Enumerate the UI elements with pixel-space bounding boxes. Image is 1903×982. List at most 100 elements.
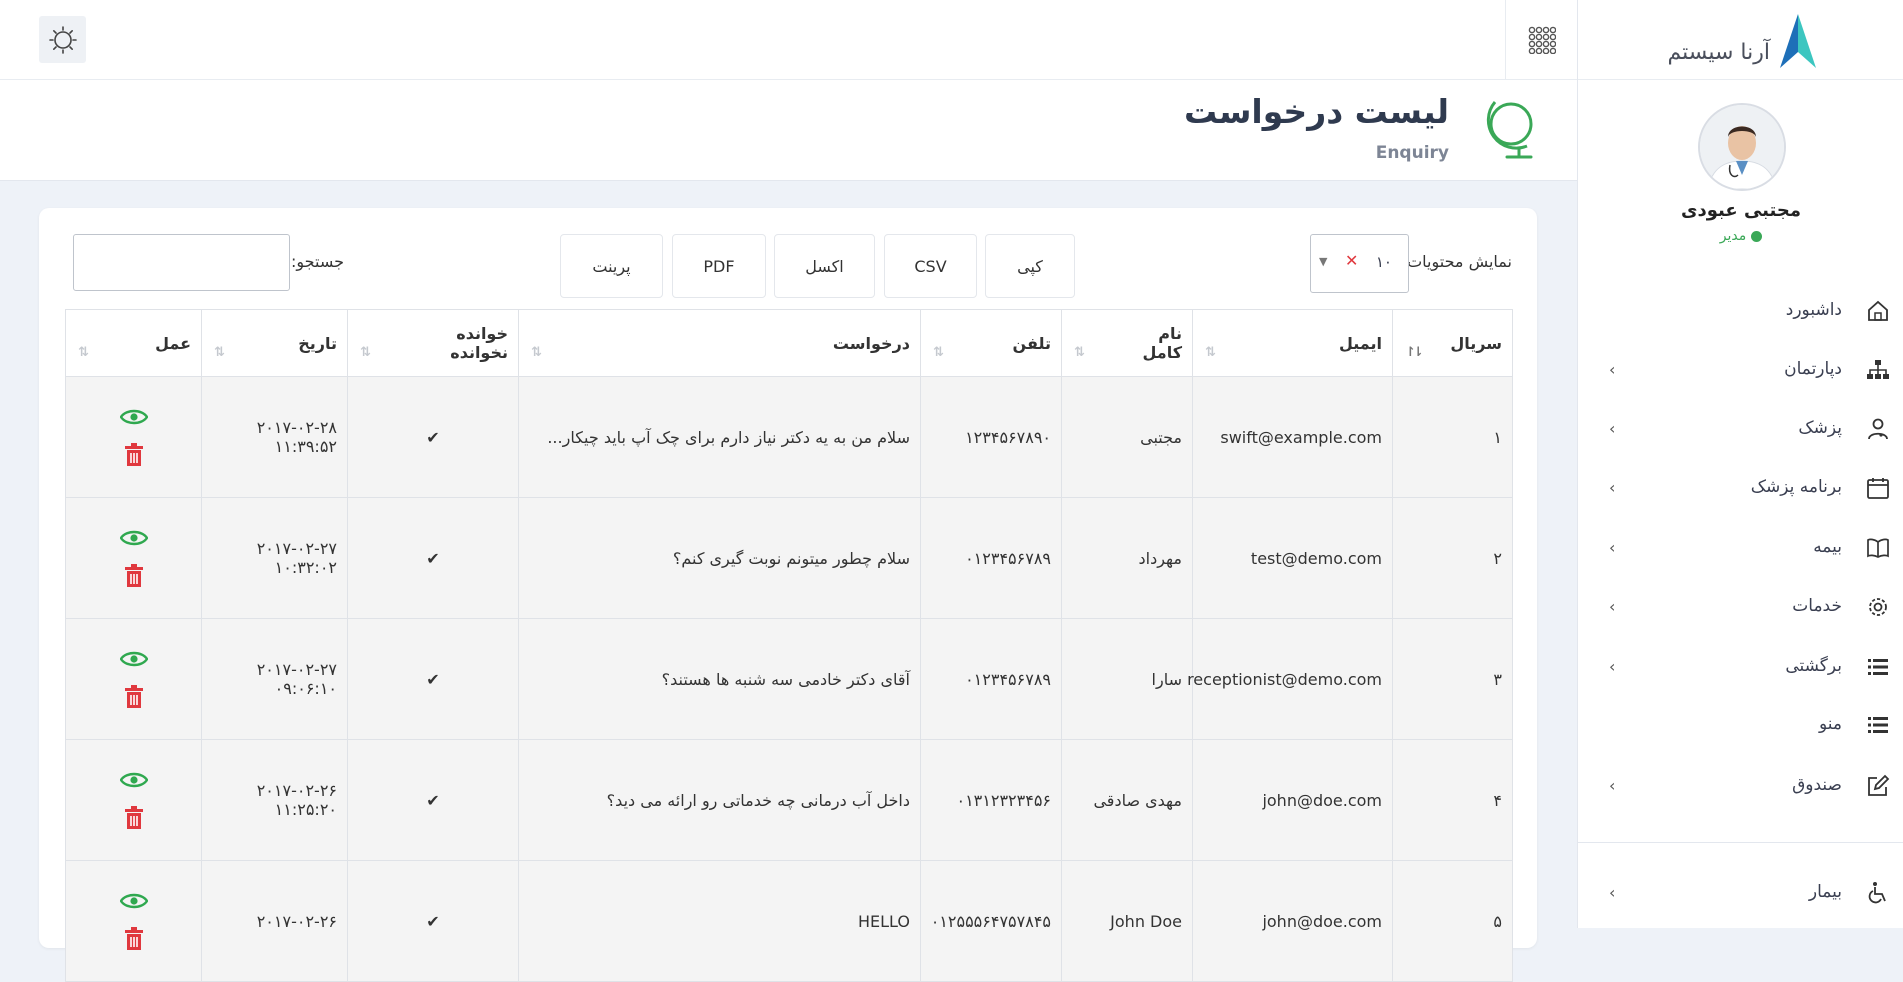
book-icon [1867,538,1889,558]
search-label: جستجو: [291,252,344,271]
trash-icon[interactable] [124,564,144,588]
cell-phone: ۰۱۲۳۴۵۶۷۸۹ [920,618,1062,740]
cell-actions [65,860,202,982]
sidebar-item-label: منو [1818,714,1842,734]
avatar[interactable] [1698,103,1786,191]
apps-grid-button[interactable] [1505,0,1578,79]
chevron-left-icon: ‹ [1609,419,1616,438]
sidebar-item-cashbox[interactable]: صندوق ‹ [1578,763,1903,809]
table-row: ۴ john@doe.com مهدی صادقی ۰۱۳۱۲۳۲۳۴۵۶ دا… [65,739,1513,861]
sidebar-item-label: برنامه پزشک [1750,477,1842,497]
sidebar-item-departments[interactable]: دپارتمان ‹ [1578,347,1903,393]
column-header-action[interactable]: عمل ⇅ [65,309,202,377]
column-label: تاریخ [298,333,337,353]
edit-icon [1868,774,1890,796]
page-length-select[interactable]: ۱۰ ✕ ▼ [1310,234,1409,293]
trash-icon[interactable] [124,443,144,467]
sort-icon: ⇅ [78,345,89,360]
page-subtitle: Enquiry [1375,143,1449,163]
user-role: مدیر [1578,228,1903,244]
column-header-date[interactable]: تاریخ ⇅ [201,309,348,377]
cell-email: test@demo.com [1192,497,1393,619]
cell-serial: ۴ [1392,739,1513,861]
eye-icon[interactable] [119,770,148,790]
eye-icon[interactable] [119,649,148,669]
column-header-request[interactable]: درخواست ⇅ [518,309,921,377]
chevron-left-icon: ‹ [1609,597,1616,616]
list-icon [1868,717,1888,733]
cell-date: ۲۰۱۷-۰۲-۲۶ [201,860,348,982]
column-label: نام [1158,324,1182,343]
sidebar-item-label: برگشتی [1785,656,1842,676]
sidebar-item-returns[interactable]: برگشتی ‹ [1578,644,1903,690]
copy-button[interactable]: کپی [985,234,1075,298]
gear-icon [1869,598,1887,616]
theme-toggle-button[interactable] [39,16,86,63]
column-header-email[interactable]: ایمیل ⇅ [1192,309,1393,377]
eye-icon[interactable] [119,407,148,427]
sitemap-icon [1867,360,1889,379]
cell-email: receptionist@demo.com [1187,618,1393,740]
brand-name: آرنا سیستم [1667,40,1770,65]
column-header-full-name[interactable]: نام کامل ⇅ [1061,309,1193,377]
column-label: ایمیل [1338,333,1382,353]
cell-request: داخل آب درمانی چه خدماتی رو ارائه می دید… [518,739,921,861]
sidebar-item-menu[interactable]: منو [1578,702,1903,748]
trash-icon[interactable] [124,927,144,951]
sidebar: آرنا سیستم مجتبی عبودی مدیر داشبورد دپار… [1577,0,1903,928]
column-label: عمل [155,333,191,353]
excel-button[interactable]: اکسل [774,234,875,298]
column-header-serial[interactable]: سریال ⇂↾ [1392,309,1513,377]
sidebar-item-label: داشبورد [1785,300,1842,320]
read-check-icon: ✔ [347,739,519,861]
cell-name: مهرداد [1061,497,1193,619]
brand[interactable]: آرنا سیستم [1578,0,1903,80]
search-input[interactable] [73,234,290,291]
cell-phone: ۰۱۲۳۴۵۶۷۸۹ [920,497,1062,619]
sidebar-item-doctor[interactable]: پزشک ‹ [1578,406,1903,452]
chevron-left-icon: ‹ [1609,776,1616,795]
cell-actions [65,497,202,619]
column-label: سریال [1450,333,1502,353]
cell-phone: ۰۱۳۱۲۳۲۳۴۵۶ [920,739,1062,861]
sun-icon [48,25,77,54]
sidebar-divider [1578,842,1903,843]
column-header-phone[interactable]: تلفن ⇅ [920,309,1062,377]
sidebar-item-dashboard[interactable]: داشبورد [1578,288,1903,334]
cell-name: مهدی صادقی [1061,739,1193,861]
chevron-down-icon[interactable]: ▼ [1319,255,1327,268]
pdf-button[interactable]: PDF [672,234,766,298]
page-length-value: ۱۰ [1375,253,1392,271]
cell-name: مجتبی [1061,376,1193,498]
trash-icon[interactable] [124,685,144,709]
sidebar-item-patient[interactable]: بیمار ‹ [1578,870,1903,916]
sidebar-item-doctor-schedule[interactable]: برنامه پزشک ‹ [1578,465,1903,511]
list-icon [1868,659,1888,675]
read-check-icon: ✔ [347,618,519,740]
sidebar-item-services[interactable]: خدمات ‹ [1578,584,1903,630]
cell-request: آقای دکتر خادمی سه شنبه ها هستند؟ [518,618,921,740]
chevron-left-icon: ‹ [1609,360,1616,379]
cell-request: سلام من به یه دکتر نیاز دارم برای چک آپ … [518,376,921,498]
cell-email: john@doe.com [1192,860,1393,982]
column-label: تلفن [1012,333,1051,353]
read-check-icon: ✔ [347,860,519,982]
cell-actions [65,739,202,861]
column-label: کامل [1142,343,1183,362]
cell-request: سلام چطور میتونم نوبت گیری کنم؟ [518,497,921,619]
chevron-left-icon: ‹ [1609,478,1616,497]
cell-serial: ۱ [1392,376,1513,498]
sidebar-item-insurance[interactable]: بیمه ‹ [1578,525,1903,571]
trash-icon[interactable] [124,806,144,830]
eye-icon[interactable] [119,891,148,911]
calendar-icon [1867,478,1889,499]
cell-phone: ۰۱۲۵۵۵۶۴۷۵۷۸۴۵ [920,860,1062,982]
column-header-read[interactable]: خوانده نخوانده ⇅ [347,309,519,377]
clear-icon[interactable]: ✕ [1345,251,1358,270]
print-button[interactable]: پرینت [560,234,663,298]
csv-button[interactable]: CSV [884,234,977,298]
table-row: ۵ john@doe.com John Doe ۰۱۲۵۵۵۶۴۷۵۷۸۴۵ H… [65,860,1513,982]
sort-icon: ⇅ [214,345,225,360]
eye-icon[interactable] [119,528,148,548]
cell-phone: ۱۲۳۴۵۶۷۸۹۰ [920,376,1062,498]
